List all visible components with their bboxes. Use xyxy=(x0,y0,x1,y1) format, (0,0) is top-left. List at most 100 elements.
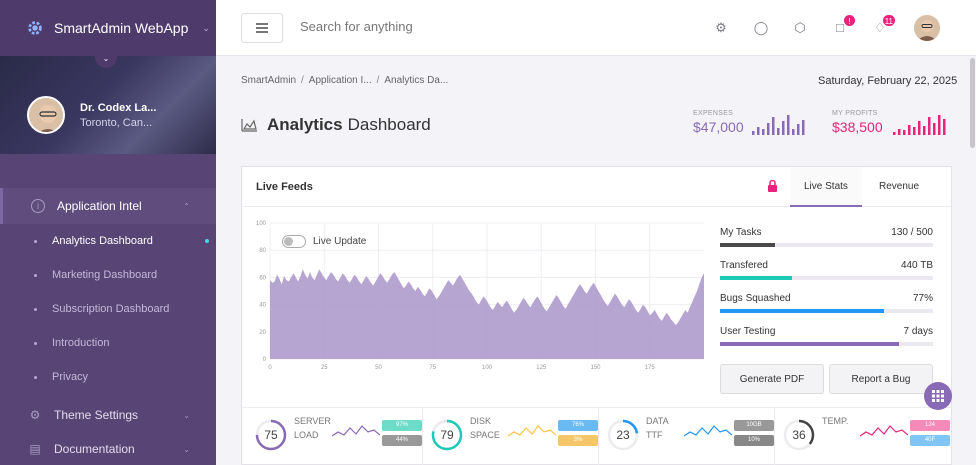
profile-dropdown-icon[interactable]: ⌄ xyxy=(95,54,117,68)
gauge-label-1: TEMP. xyxy=(822,416,849,426)
search-input[interactable] xyxy=(300,19,500,34)
gauge-ring: 75 xyxy=(255,419,287,451)
breadcrumb-item[interactable]: Application I... xyxy=(309,75,372,86)
x-tick-label: 100 xyxy=(482,365,493,371)
spark-bar xyxy=(802,120,805,135)
kpi-value: $38,500 xyxy=(832,119,883,135)
stat-progress-fill xyxy=(720,309,884,313)
x-tick-label: 25 xyxy=(321,365,328,371)
chevron-down-icon[interactable]: ⌄ xyxy=(202,23,210,34)
kpi-value: $47,000 xyxy=(693,119,744,135)
nav-item-label: Theme Settings xyxy=(54,408,139,422)
spark-bar xyxy=(938,115,941,135)
sidebar-item-label: Introduction xyxy=(52,337,110,349)
bullet-icon xyxy=(34,341,37,345)
bullet-icon xyxy=(34,307,37,311)
kpi-profits: MY PROFITS $38,500 xyxy=(832,110,883,135)
y-tick-label: 20 xyxy=(259,330,266,336)
x-tick-label: 0 xyxy=(268,365,272,371)
stat-item: Transfered 440 TB xyxy=(720,260,933,280)
spark-bar xyxy=(908,125,911,135)
page-scrollbar[interactable] xyxy=(970,58,975,148)
stat-progress-track xyxy=(720,276,933,280)
stat-progress-fill xyxy=(720,276,793,280)
gear-icon: ⚙ xyxy=(29,408,41,422)
spark-bar xyxy=(913,127,916,135)
gauge-label-1: SERVER xyxy=(294,416,331,426)
bell-icon[interactable]: ♢ 11 xyxy=(872,14,896,36)
breadcrumb-item: Analytics Da... xyxy=(384,75,449,86)
nav-subitems: Analytics Dashboard Marketing Dashboard Su… xyxy=(0,224,216,394)
y-tick-label: 60 xyxy=(259,275,266,281)
x-tick-label: 175 xyxy=(645,365,656,371)
stat-progress-track xyxy=(720,342,933,346)
user-location: Toronto, Can... xyxy=(80,117,153,129)
cube-icon[interactable]: ⬡ xyxy=(792,20,808,36)
spark-bar xyxy=(797,124,800,135)
chevron-down-icon: ⌄ xyxy=(183,444,190,454)
sidebar-item-analytics-dashboard[interactable]: Analytics Dashboard xyxy=(0,224,216,258)
gauge-pill: 44% xyxy=(382,435,422,446)
stat-label: Bugs Squashed xyxy=(720,293,791,304)
sidebar-item-label: Analytics Dashboard xyxy=(52,235,153,247)
gauge-pill: 40F xyxy=(910,435,950,446)
stat-label: My Tasks xyxy=(720,227,762,238)
sidebar-item-privacy[interactable]: Privacy xyxy=(0,360,216,394)
x-tick-label: 50 xyxy=(375,365,382,371)
gauge-value: 23 xyxy=(616,428,630,442)
stat-progress-track xyxy=(720,309,933,313)
apps-grid-button[interactable] xyxy=(924,382,952,410)
spark-bar xyxy=(933,123,936,135)
report-bug-button[interactable]: Report a Bug xyxy=(829,364,933,394)
gauge-value: 75 xyxy=(264,428,278,442)
y-tick-label: 100 xyxy=(256,221,267,227)
bullet-icon xyxy=(34,273,37,277)
spark-bar xyxy=(777,128,780,135)
gauge-label-1: DISK xyxy=(470,416,492,426)
stat-value: 440 TB xyxy=(900,260,933,271)
gauge-divider xyxy=(774,408,775,465)
hamburger-icon xyxy=(256,27,268,29)
hamburger-menu-button[interactable] xyxy=(241,13,283,43)
toggle-switch[interactable] xyxy=(282,235,306,248)
gauge-ring: 36 xyxy=(783,419,815,451)
grid-icon xyxy=(932,390,944,402)
stat-label: User Testing xyxy=(720,326,776,337)
kpi-label: EXPENSES xyxy=(693,110,734,117)
currency-icon[interactable]: ◯ xyxy=(753,20,769,36)
sidebar-item-introduction[interactable]: Introduction xyxy=(0,326,216,360)
x-tick-label: 150 xyxy=(590,365,601,371)
top-header: ⚙ ◯ ⬡ □! ♢11 xyxy=(216,0,976,56)
gauge-divider xyxy=(598,408,599,465)
gauge-sparkline xyxy=(860,425,908,437)
bullet-icon xyxy=(34,239,37,243)
messages-badge: ! xyxy=(843,14,856,27)
generate-pdf-button[interactable]: Generate PDF xyxy=(720,364,824,394)
nav-item-theme-settings[interactable]: ⚙ Theme Settings ⌄ xyxy=(0,398,216,432)
tab-live-stats[interactable]: Live Stats xyxy=(790,167,862,207)
nav-section-application-intel[interactable]: i Application Intel ⌃ xyxy=(0,188,216,224)
header-avatar[interactable] xyxy=(914,15,940,41)
page-title: Analytics Dashboard xyxy=(241,115,431,135)
gauge-pill: 124 xyxy=(910,420,950,431)
nav-item-documentation[interactable]: ▤ Documentation ⌄ xyxy=(0,432,216,465)
stat-progress-track xyxy=(720,243,933,247)
settings-icon[interactable]: ⚙ xyxy=(713,20,729,36)
spark-bar xyxy=(752,131,755,135)
tab-revenue[interactable]: Revenue xyxy=(865,167,933,207)
sidebar-item-marketing-dashboard[interactable]: Marketing Dashboard xyxy=(0,258,216,292)
brand-header[interactable]: SmartAdmin WebApp ⌄ xyxy=(0,0,216,56)
gauge-pill: 97% xyxy=(382,420,422,431)
spark-bar xyxy=(903,130,906,135)
lock-icon[interactable] xyxy=(767,180,778,192)
gear-logo-icon xyxy=(28,21,42,35)
avatar[interactable] xyxy=(27,96,65,134)
area-chart-icon xyxy=(241,119,257,132)
chat-icon[interactable]: □! xyxy=(832,14,856,36)
sidebar-item-subscription-dashboard[interactable]: Subscription Dashboard xyxy=(0,292,216,326)
live-update-toggle[interactable]: Live Update xyxy=(282,235,366,248)
profits-sparkbar xyxy=(893,115,946,135)
breadcrumb-item[interactable]: SmartAdmin xyxy=(241,75,296,86)
gauge-pill: 3% xyxy=(558,435,598,446)
current-date: Saturday, February 22, 2025 xyxy=(818,75,958,87)
